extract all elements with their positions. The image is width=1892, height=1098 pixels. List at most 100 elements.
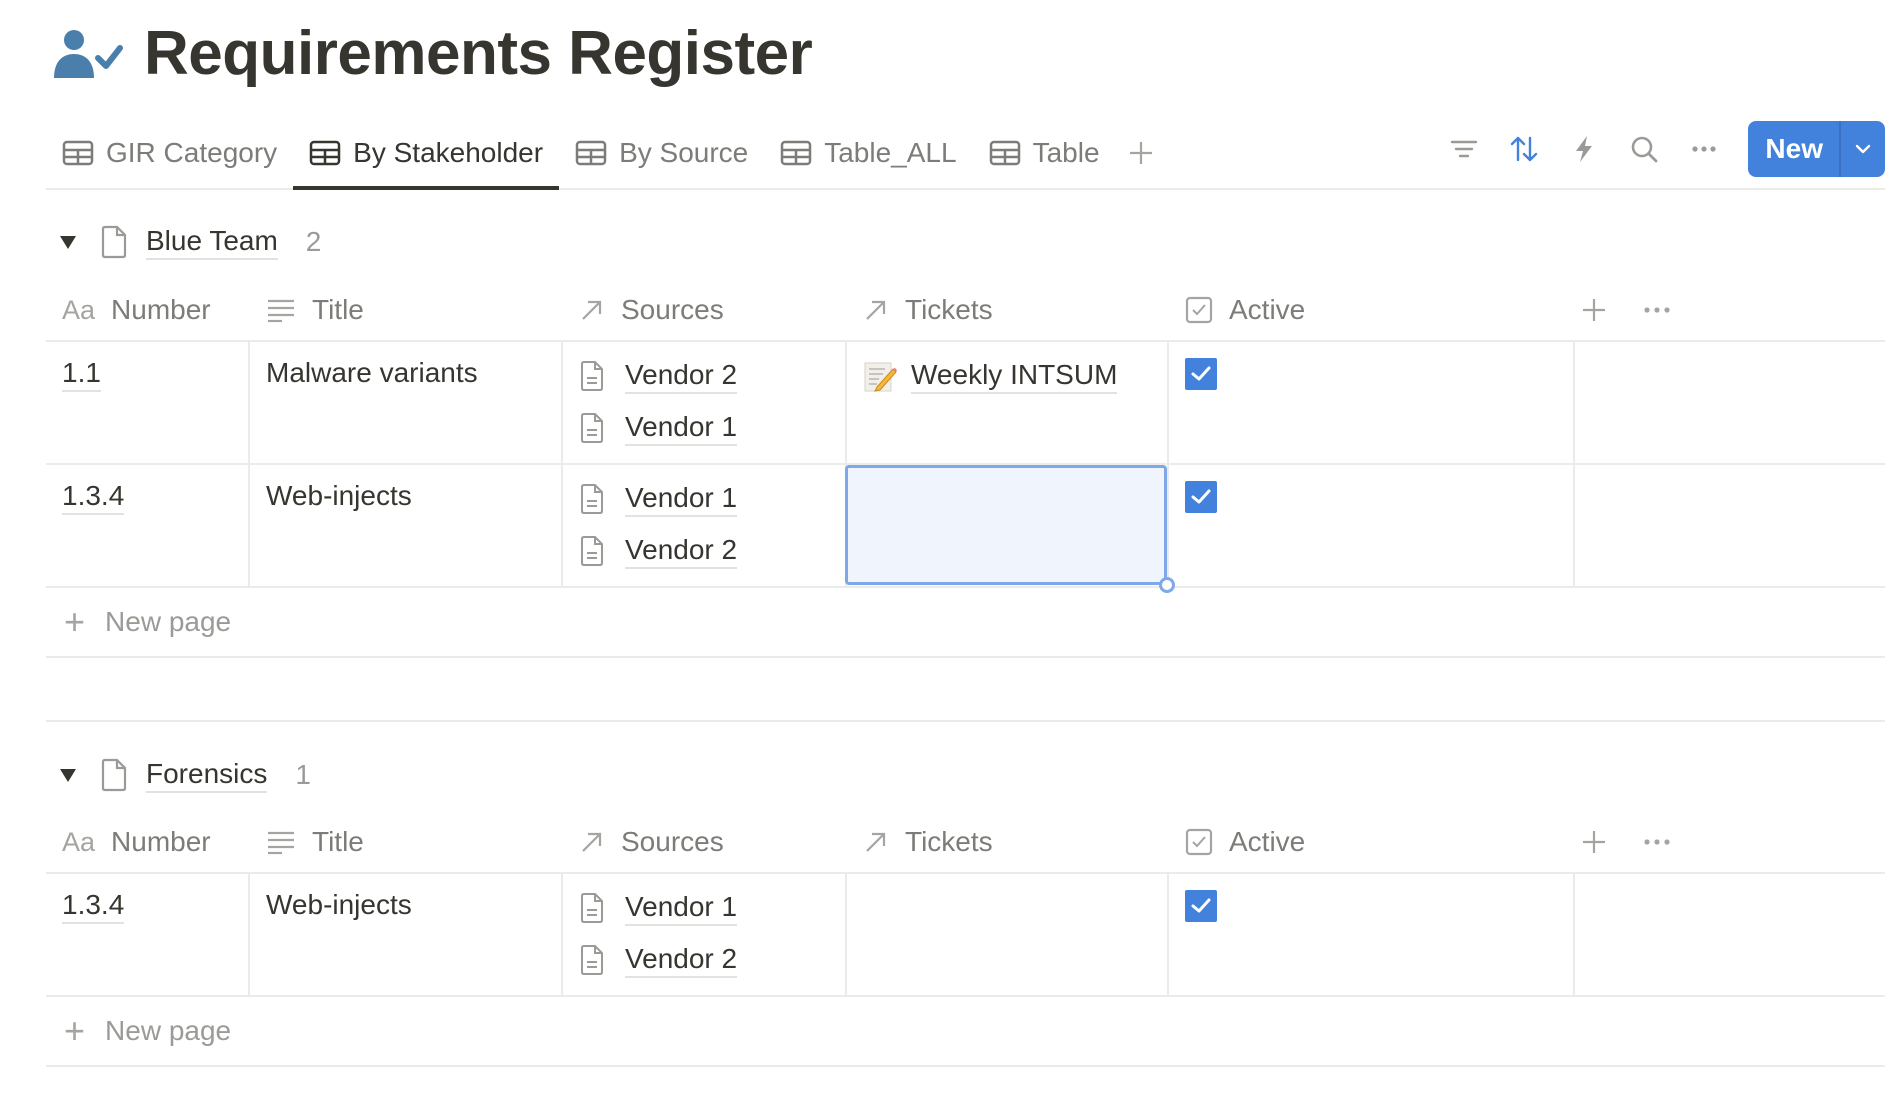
text-aa-icon: Aa [62, 826, 96, 857]
column-label: Number [111, 826, 211, 857]
group-name[interactable]: Forensics [146, 757, 268, 793]
relation-item[interactable]: Vendor 1 [579, 886, 829, 930]
relation-label: Vendor 2 [625, 533, 738, 569]
relation-item[interactable]: Vendor 2 [579, 938, 829, 982]
cell-number[interactable]: 1.3.4 [46, 874, 250, 995]
tab-by-source[interactable]: By Source [559, 118, 764, 188]
new-page-button[interactable]: + New page [46, 997, 1885, 1067]
column-header-active[interactable]: Active [1169, 280, 1529, 340]
tab-table-all[interactable]: Table_ALL [764, 118, 972, 188]
cell-tickets[interactable] [847, 874, 1169, 995]
cell-active[interactable] [1169, 465, 1575, 586]
view-actions: New [1434, 120, 1885, 178]
column-header-number[interactable]: Aa Number [46, 812, 248, 872]
cell-sources[interactable]: Vendor 1 Vendor 2 [563, 465, 847, 586]
row-number[interactable]: 1.1 [62, 356, 101, 392]
cell-number[interactable]: 1.1 [46, 342, 250, 463]
column-options-button[interactable] [1642, 812, 1672, 872]
new-page-button[interactable]: + New page [46, 588, 1885, 658]
column-label: Title [312, 826, 364, 857]
new-button[interactable]: New [1748, 121, 1839, 177]
document-icon [581, 484, 603, 514]
table-row[interactable]: 1.3.4 Web-injects Vendor 1 Vendor 2 [46, 465, 1885, 593]
view-bar: GIR Category By Stakeholder By Source Ta… [46, 118, 1885, 190]
cell-active[interactable] [1169, 874, 1575, 995]
add-property-button[interactable] [1581, 280, 1607, 340]
cell-tickets[interactable]: Weekly INTSUM [847, 342, 1169, 463]
group-toggle[interactable] [58, 231, 80, 253]
memo-icon [864, 362, 897, 392]
table-forensics: Aa Number Title Sources Tickets Active 1… [46, 812, 1885, 1067]
add-view-button[interactable] [1116, 118, 1166, 188]
tab-label: By Stakeholder [353, 137, 544, 168]
tab-label: Table [1032, 137, 1100, 168]
tab-table[interactable]: Table [973, 118, 1116, 188]
cell-sources[interactable]: Vendor 2 Vendor 1 [563, 342, 847, 463]
more-icon [1692, 146, 1717, 152]
cell-title[interactable]: Web-injects [250, 465, 563, 586]
cell-title[interactable]: Web-injects [250, 874, 563, 995]
text-aa-icon: Aa [62, 294, 96, 325]
row-title: Web-injects [266, 889, 412, 920]
column-header-tickets[interactable]: Tickets [847, 812, 1167, 872]
column-header-title[interactable]: Title [250, 280, 561, 340]
filter-icon [1451, 140, 1478, 158]
relation-item[interactable]: Weekly INTSUM [863, 354, 1151, 398]
cell-number[interactable]: 1.3.4 [46, 465, 250, 586]
column-options-button[interactable] [1642, 280, 1672, 340]
new-dropdown-button[interactable] [1839, 121, 1885, 177]
row-title: Web-injects [266, 480, 412, 511]
chevron-down-icon [1855, 144, 1871, 154]
row-number[interactable]: 1.3.4 [62, 479, 125, 515]
relation-label: Weekly INTSUM [911, 358, 1118, 394]
group-divider [46, 720, 1885, 722]
table-row[interactable]: 1.3.4 Web-injects Vendor 1 Vendor 2 [46, 874, 1885, 997]
plus-icon [1583, 299, 1605, 321]
tab-by-stakeholder[interactable]: By Stakeholder [293, 118, 559, 190]
add-property-button[interactable] [1581, 812, 1607, 872]
table-icon [989, 140, 1020, 166]
column-label: Tickets [905, 826, 993, 857]
group-header-forensics: Forensics 1 [58, 755, 311, 795]
search-button[interactable] [1614, 120, 1674, 178]
checkbox-icon [1185, 296, 1213, 324]
group-name[interactable]: Blue Team [146, 224, 278, 260]
column-header-active[interactable]: Active [1169, 812, 1529, 872]
tab-gir-category[interactable]: GIR Category [46, 118, 293, 188]
column-header-number[interactable]: Aa Number [46, 280, 248, 340]
person-check-icon[interactable] [52, 26, 124, 82]
relation-item[interactable]: Vendor 2 [579, 354, 829, 398]
document-icon [581, 361, 603, 391]
relation-item[interactable]: Vendor 1 [579, 477, 829, 521]
active-checkbox[interactable] [1185, 890, 1217, 922]
cell-sources[interactable]: Vendor 1 Vendor 2 [563, 874, 847, 995]
plus-icon [1129, 142, 1152, 164]
search-icon [1632, 136, 1658, 163]
more-button[interactable] [1674, 120, 1734, 178]
triangle-down-icon [60, 236, 76, 249]
column-header-tickets[interactable]: Tickets [847, 280, 1167, 340]
active-checkbox[interactable] [1185, 358, 1217, 390]
view-tabs: GIR Category By Stakeholder By Source Ta… [46, 118, 1166, 190]
column-header-sources[interactable]: Sources [563, 812, 845, 872]
active-checkbox[interactable] [1185, 481, 1217, 513]
column-label: Title [312, 294, 364, 325]
column-header-sources[interactable]: Sources [563, 280, 845, 340]
check-icon [1191, 366, 1211, 381]
cell-active[interactable] [1169, 342, 1575, 463]
row-number[interactable]: 1.3.4 [62, 888, 125, 924]
cell-title[interactable]: Malware variants [250, 342, 563, 463]
relation-item[interactable]: Vendor 1 [579, 406, 829, 450]
table-row[interactable]: 1.1 Malware variants Vendor 2 Vendor 1 W… [46, 342, 1885, 465]
sort-button[interactable] [1494, 120, 1554, 178]
filter-button[interactable] [1434, 120, 1494, 178]
automation-button[interactable] [1554, 120, 1614, 178]
table-icon [575, 140, 607, 166]
relation-arrow-icon [579, 829, 605, 855]
column-header-title[interactable]: Title [250, 812, 561, 872]
relation-item[interactable]: Vendor 2 [579, 529, 829, 573]
selected-cell-highlight[interactable] [845, 465, 1167, 585]
group-toggle[interactable] [58, 764, 80, 786]
relation-label: Vendor 1 [625, 481, 738, 517]
table-icon [309, 140, 341, 166]
